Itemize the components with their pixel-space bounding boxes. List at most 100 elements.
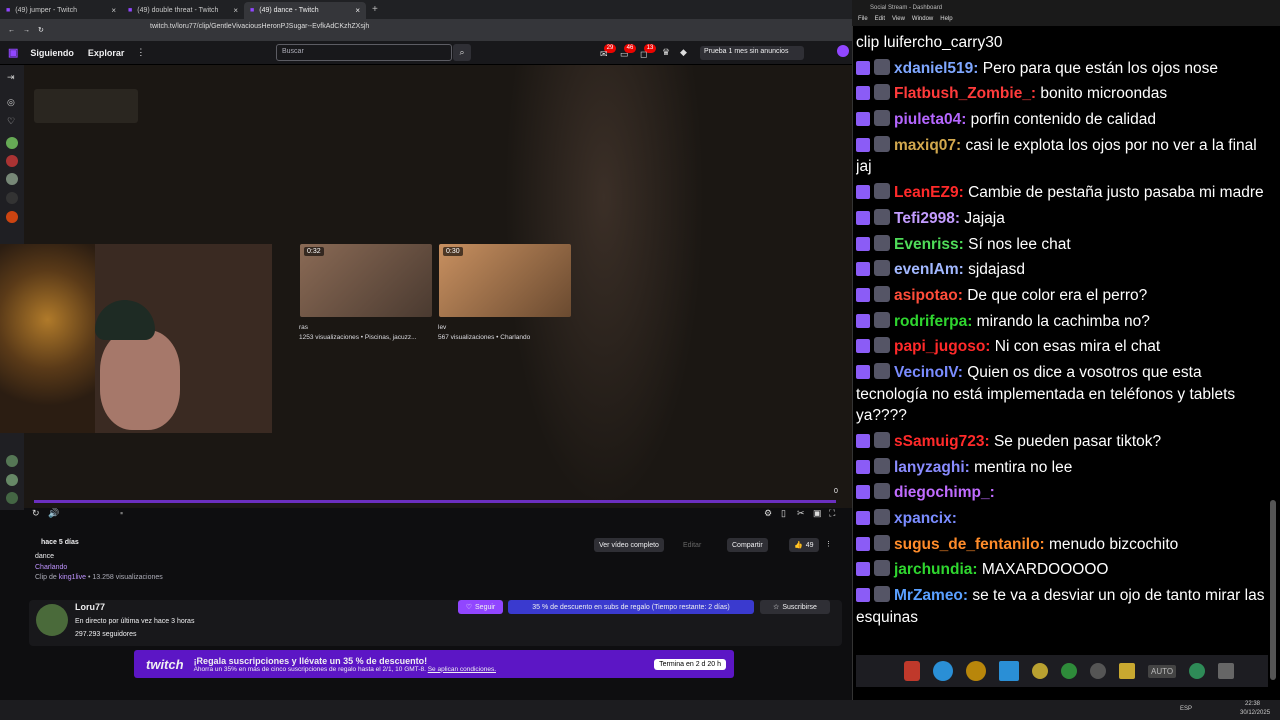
chat-username[interactable]: sSamuig723: [894,433,990,450]
follow-button[interactable]: ♡ Seguir [458,600,503,614]
broom-icon[interactable] [1119,663,1135,679]
mute-icon[interactable]: ▪ [120,508,123,518]
collapse-icon[interactable]: ⇥ [7,72,15,83]
chat-username[interactable]: diegochimp_: [894,484,995,501]
chat-username[interactable]: piuleta04: [894,111,966,128]
banner-terms-link[interactable]: Se aplican condiciones. [428,666,496,673]
chat-username[interactable]: VecinoIV: [894,364,963,381]
channel-avatar[interactable] [6,474,18,486]
avatar[interactable] [837,45,849,57]
auto-button[interactable]: AUTO [1148,664,1177,678]
new-tab-button[interactable]: + [372,4,378,15]
chat-username[interactable]: Tefi2998: [894,210,960,227]
menu-window[interactable]: Window [912,16,933,26]
forward-icon[interactable]: → [23,27,30,34]
browser-tab-double-threat[interactable]: ■ (49) double threat - Twitch × [122,2,244,19]
back-icon[interactable]: ← [8,27,15,34]
settings-icon[interactable]: ⚙ [764,508,772,519]
crown-icon[interactable]: ♛ [662,47,670,58]
close-icon[interactable]: × [233,6,238,15]
channel-avatar[interactable] [36,604,68,636]
channel-avatar[interactable] [6,211,18,223]
close-icon[interactable]: × [355,6,360,15]
heart-icon[interactable]: ♡ [7,116,15,127]
like-button[interactable]: 👍 49 [789,538,819,552]
channel-name[interactable]: Loru77 [75,602,105,612]
channel-avatar[interactable] [6,155,18,167]
channel-avatar[interactable] [6,455,18,467]
mute-icon[interactable] [1189,663,1206,679]
chat-username[interactable]: LeanEZ9: [894,184,964,201]
share-button[interactable]: Compartir [727,538,768,552]
search-input[interactable]: Buscar [276,44,452,61]
bell-icon[interactable] [966,661,986,681]
filter-icon[interactable] [999,661,1019,681]
search-icon[interactable]: ⌕ [453,44,471,61]
browser-tab-jumper[interactable]: ■ (49) jumper - Twitch × [0,2,122,19]
chat-username[interactable]: Flatbush_Zombie_: [894,85,1036,102]
menu-help[interactable]: Help [940,16,952,26]
whispers-icon[interactable]: ▭ [620,49,629,60]
chat-username[interactable]: evenIAm: [894,261,964,278]
nav-following[interactable]: Siguiendo [30,48,74,58]
edit-button[interactable]: Editar [678,538,706,552]
emoji-icon[interactable] [1032,663,1048,679]
theatre-icon[interactable]: ▯ [781,508,786,519]
menu-view[interactable]: View [892,16,905,26]
chat-message: maxiq07: casi le explota los ojos por no… [856,135,1266,178]
channel-avatar[interactable] [6,173,18,185]
chat-username[interactable]: papi_jugoso: [894,338,990,355]
chat-username[interactable]: sugus_de_fentanilo: [894,536,1045,553]
gift-discount-button[interactable]: 35 % de descuento en subs de regalo (Tie… [508,600,754,614]
clip-category[interactable]: Charlando [35,564,67,571]
sync-icon[interactable] [1061,663,1077,679]
clip-author[interactable]: king1live [59,574,86,581]
chat-username[interactable]: maxiq07: [894,137,961,154]
chat-bubble-icon[interactable] [933,661,953,681]
volume-icon[interactable]: 🔊 [48,508,59,519]
pause-icon[interactable] [904,661,920,681]
channel-avatar[interactable] [6,137,18,149]
twitch-logo-icon[interactable]: ▣ [8,46,18,59]
language-indicator[interactable]: ESP [1180,706,1192,712]
chat-username[interactable]: lanyzaghi: [894,459,970,476]
url-field[interactable]: twitch.tv/loru77/clip/GentleVivaciousHer… [150,23,369,30]
star-icon: ☆ [773,604,780,611]
chat-username[interactable]: Evenriss: [894,236,964,253]
chat-scrollbar[interactable] [1270,500,1276,680]
chat-username[interactable]: jarchundia: [894,561,978,578]
following-icon[interactable]: ◎ [7,97,15,108]
clip-title[interactable]: ras [299,324,308,331]
notifications-icon[interactable]: ◻ [640,49,647,60]
star-icon[interactable] [1090,663,1106,679]
chat-username[interactable]: xdaniel519: [894,60,978,77]
chat-username[interactable]: MrZameo: [894,587,968,604]
clip-icon[interactable]: ✂ [797,508,805,519]
menu-file[interactable]: File [858,16,868,26]
clip-title[interactable]: lev [438,324,446,331]
replay-icon[interactable]: ↻ [32,508,40,519]
subscribe-button[interactable]: ☆ Suscribirse [760,600,830,614]
download-icon[interactable] [1218,663,1235,679]
nav-explore[interactable]: Explorar [88,48,125,58]
inbox-icon[interactable]: ✉ [600,49,608,60]
chat-username[interactable]: rodriferpa: [894,313,972,330]
close-icon[interactable]: × [111,6,116,15]
progress-bar[interactable] [34,500,836,503]
channel-avatar[interactable] [6,492,18,504]
full-video-button[interactable]: Ver vídeo completo [594,538,664,552]
more-options-icon[interactable]: ⋮ [825,540,832,548]
chat-username[interactable]: asipotao: [894,287,963,304]
bits-icon[interactable]: ◆ [680,47,687,58]
browser-tab-dance[interactable]: ■ (49) dance - Twitch × [244,2,366,19]
reload-icon[interactable]: ↻ [38,26,44,34]
clip-thumbnail[interactable]: 0:30 [439,244,571,317]
menu-edit[interactable]: Edit [875,16,885,26]
clip-thumbnail[interactable]: 0:32 [300,244,432,317]
channel-avatar[interactable] [6,192,18,204]
fullscreen-icon[interactable]: ⛶ [829,508,835,519]
chat-username[interactable]: xpancix: [894,510,957,527]
nav-more-icon[interactable]: ⋮ [136,47,145,58]
pip-icon[interactable]: ▣ [813,508,822,519]
ad-free-promo-button[interactable]: Prueba 1 mes sin anuncios [700,46,804,60]
